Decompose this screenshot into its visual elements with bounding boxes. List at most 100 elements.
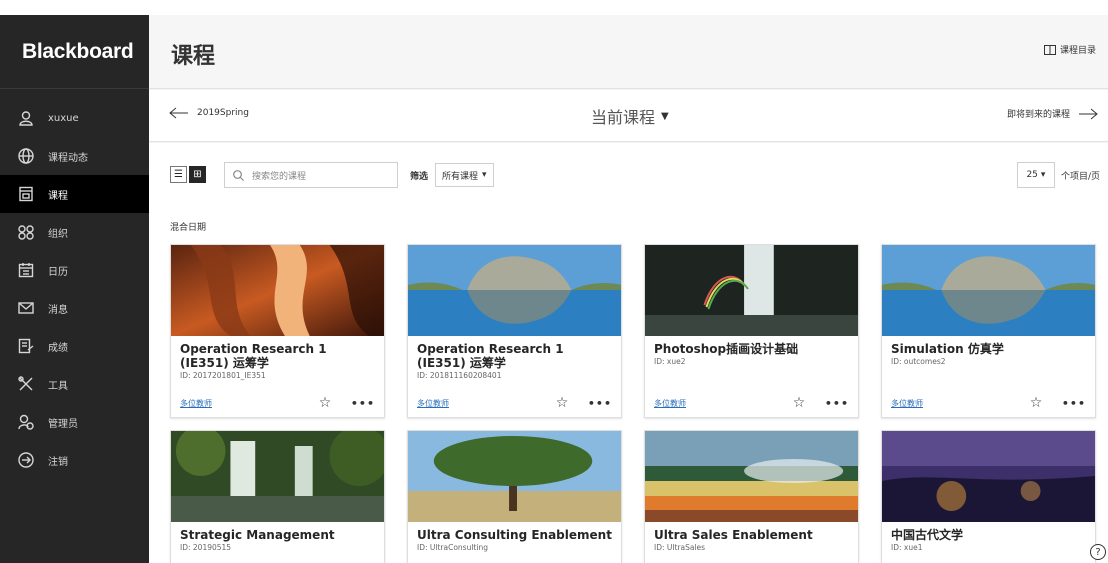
sidebar: Blackboard xuxue 课程动态 课程 组织 日历 消息 成绩 工具 …: [0, 15, 149, 563]
star-icon[interactable]: ☆: [779, 395, 819, 411]
sidebar-item-activity[interactable]: 课程动态: [0, 137, 149, 175]
course-catalog-link[interactable]: 课程目录: [1043, 43, 1096, 56]
star-icon[interactable]: ☆: [542, 395, 582, 411]
course-card[interactable]: Simulation 仿真学 ID: outcomes2 多位教师 ☆ •••: [881, 244, 1096, 418]
list-view-icon[interactable]: ☰: [170, 166, 187, 183]
next-term-link[interactable]: 即将到来的课程: [1007, 107, 1098, 120]
search-placeholder: 搜索您的课程: [252, 171, 307, 182]
sort-label: 混合日期: [170, 223, 207, 233]
course-id: ID: 2017201801_IE351: [180, 371, 266, 380]
course-image[interactable]: [408, 431, 621, 522]
grid-view-icon[interactable]: ⊞: [189, 166, 206, 183]
logout-icon: [17, 451, 35, 469]
sidebar-item-profile[interactable]: xuxue: [0, 99, 149, 137]
course-title[interactable]: Simulation 仿真学: [891, 342, 1086, 356]
course-title[interactable]: Ultra Consulting Enablement: [417, 528, 612, 542]
course-card[interactable]: Ultra Sales EnablementID: UltraSales多位教师…: [644, 430, 859, 563]
course-id: ID: UltraSales: [654, 543, 706, 552]
course-card[interactable]: Ultra Consulting Enablement ID: UltraCons…: [407, 430, 622, 563]
previous-term-link[interactable]: 2019Spring: [169, 107, 249, 119]
course-title[interactable]: Ultra Sales Enablement: [654, 528, 849, 542]
course-title[interactable]: Operation Research 1 (IE351) 运筹学: [180, 342, 375, 370]
next-term-label: 即将到来的课程: [1006, 110, 1070, 120]
sidebar-item-messages[interactable]: 消息: [0, 289, 149, 327]
course-id: ID: 20190515: [180, 543, 232, 552]
per-page-select[interactable]: 25 ▾: [1016, 162, 1055, 188]
tools-icon: [17, 375, 35, 393]
help-icon[interactable]: ?: [1090, 544, 1106, 560]
course-card[interactable]: Operation Research 1 (IE351) 运筹学 ID: 2018…: [407, 244, 622, 418]
more-options-icon[interactable]: •••: [1056, 397, 1086, 410]
search-icon: [233, 169, 244, 181]
course-image[interactable]: [882, 245, 1095, 336]
sidebar-item-label: 日历: [48, 266, 68, 278]
sidebar-item-label: 工具: [48, 380, 68, 392]
instructors-link[interactable]: 多位教师: [654, 398, 779, 409]
course-title[interactable]: Operation Research 1 (IE351) 运筹学: [417, 342, 612, 370]
course-image[interactable]: [171, 245, 384, 336]
course-image[interactable]: [645, 431, 858, 522]
sidebar-item-label: xuxue: [48, 112, 79, 124]
course-image[interactable]: [882, 431, 1095, 522]
course-id: ID: xue1: [891, 543, 923, 552]
calendar-icon: [17, 261, 35, 279]
sidebar-item-organizations[interactable]: 组织: [0, 213, 149, 251]
star-icon[interactable]: ☆: [305, 395, 345, 411]
course-card[interactable]: Strategic ManagementID: 20190515多位教师☆•••: [170, 430, 385, 563]
page-header: 课程 课程目录: [149, 15, 1108, 89]
course-image[interactable]: [171, 431, 384, 522]
sidebar-item-label: 管理员: [48, 418, 78, 430]
instructors-link[interactable]: 多位教师: [180, 398, 305, 409]
catalog-label: 课程目录: [1059, 46, 1096, 56]
caret-down-icon: ▾: [1040, 170, 1046, 180]
sidebar-item-admin[interactable]: 管理员: [0, 403, 149, 441]
course-card[interactable]: Photoshop插画设计基础 ID: xue2 多位教师 ☆ •••: [644, 244, 859, 418]
page-title: 课程: [171, 43, 216, 69]
view-toggle: ☰ ⊞: [170, 166, 206, 183]
course-card[interactable]: Operation Research 1 (IE351) 运筹学 ID: 2017…: [170, 244, 385, 418]
course-image[interactable]: [408, 245, 621, 336]
course-title[interactable]: Photoshop插画设计基础: [654, 342, 849, 356]
filter-value: 所有课程: [442, 171, 479, 182]
star-icon[interactable]: ☆: [1016, 395, 1056, 411]
course-list: ☰ ⊞ 搜索您的课程 筛选 所有课程 ▾ 25 ▾ 个项目/页 混合日期 Ope…: [149, 143, 1108, 563]
sidebar-item-tools[interactable]: 工具: [0, 365, 149, 403]
more-options-icon[interactable]: •••: [819, 397, 849, 410]
instructors-link[interactable]: 多位教师: [417, 398, 542, 409]
course-id: ID: UltraConsulting: [417, 543, 488, 552]
sidebar-item-logout[interactable]: 注销: [0, 441, 149, 479]
current-term-dropdown[interactable]: 当前课程 ▼: [591, 104, 669, 128]
per-page-control: 25 ▾ 个项目/页: [1016, 162, 1100, 188]
instructors-link[interactable]: 多位教师: [891, 398, 1016, 409]
previous-term-label: 2019Spring: [197, 108, 249, 118]
arrow-right-icon: [1079, 108, 1098, 119]
course-title[interactable]: Strategic Management: [180, 528, 375, 542]
sidebar-item-grades[interactable]: 成绩: [0, 327, 149, 365]
caret-down-icon: ▼: [661, 110, 669, 122]
course-card[interactable]: 中国古代文学ID: xue1多位教师☆•••: [881, 430, 1096, 563]
course-id: ID: outcomes2: [891, 357, 946, 366]
per-page-suffix: 个项目/页: [1060, 171, 1100, 182]
term-navigation: 2019Spring 当前课程 ▼ 即将到来的课程: [149, 90, 1108, 142]
filter-select[interactable]: 所有课程 ▾: [435, 163, 494, 187]
sidebar-item-calendar[interactable]: 日历: [0, 251, 149, 289]
sidebar-item-label: 成绩: [48, 342, 68, 354]
caret-down-icon: ▾: [482, 170, 487, 180]
courses-icon: [17, 185, 35, 203]
course-title[interactable]: 中国古代文学: [891, 528, 1086, 542]
sidebar-item-label: 课程动态: [48, 152, 88, 164]
filter-label: 筛选: [410, 172, 429, 182]
user-icon: [17, 109, 35, 127]
grades-icon: [17, 337, 35, 355]
search-input[interactable]: 搜索您的课程: [224, 162, 398, 188]
globe-icon: [17, 147, 35, 165]
per-page-value: 25: [1026, 170, 1038, 180]
more-options-icon[interactable]: •••: [582, 397, 612, 410]
more-options-icon[interactable]: •••: [345, 397, 375, 410]
course-image[interactable]: [645, 245, 858, 336]
sidebar-item-courses[interactable]: 课程: [0, 175, 149, 213]
admin-icon: [17, 413, 35, 431]
app-frame: Blackboard xuxue 课程动态 课程 组织 日历 消息 成绩 工具 …: [0, 15, 1108, 563]
sidebar-item-label: 组织: [48, 228, 68, 240]
logo[interactable]: Blackboard: [0, 15, 149, 89]
